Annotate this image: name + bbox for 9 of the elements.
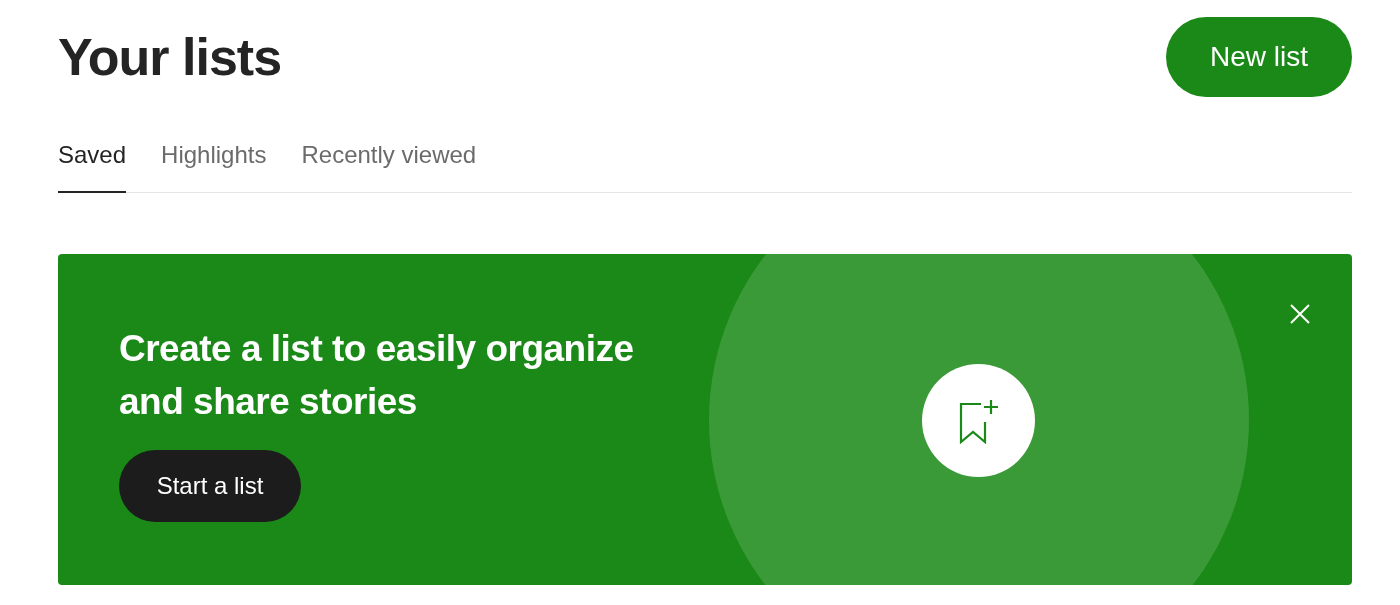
tab[interactable]: Saved: [58, 137, 127, 193]
banner-heading: Create a list to easily organize and share stories: [119, 327, 635, 424]
tab[interactable]: Highlights: [161, 137, 267, 193]
tab[interactable]: Recently viewed: [301, 137, 477, 193]
bookmark-plus-icon: [958, 397, 999, 444]
close-icon[interactable]: [1290, 304, 1310, 324]
start-list-button[interactable]: Start a list: [119, 450, 301, 522]
new-list-button[interactable]: New list: [1166, 17, 1352, 97]
page-title: Your lists: [58, 31, 282, 83]
